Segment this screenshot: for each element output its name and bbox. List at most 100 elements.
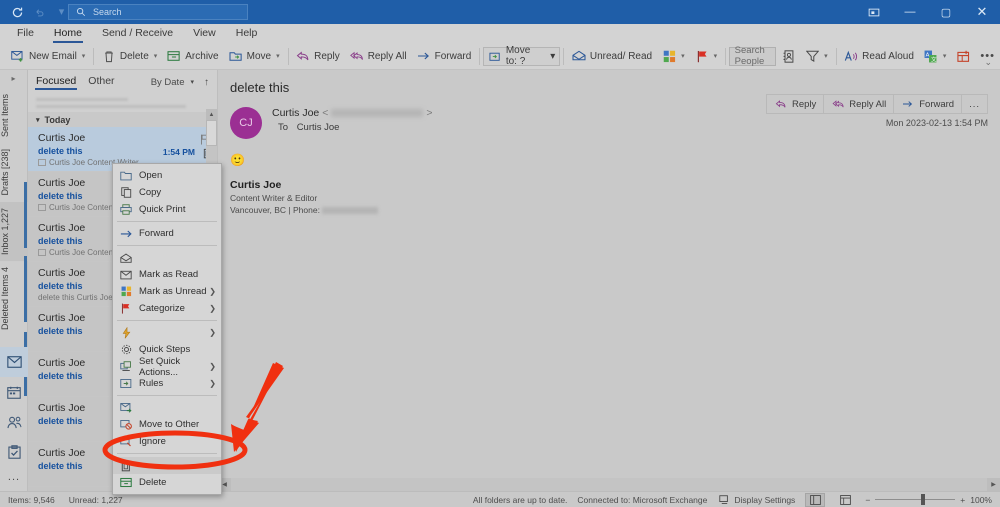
sender-name: Curtis Joe (272, 107, 320, 119)
address-book-button[interactable] (776, 45, 800, 67)
more-modules-button[interactable]: ... (0, 467, 28, 487)
read-aloud-button[interactable]: Read Aloud (839, 45, 919, 67)
reply-all-button[interactable]: Reply All (345, 45, 412, 67)
undo-icon[interactable] (32, 5, 47, 20)
new-email-button[interactable]: New Email ▾ (6, 45, 90, 67)
context-menu-item-rules[interactable]: Set Quick Actions... ❯ (113, 356, 221, 378)
chevron-down-icon[interactable]: ▾ (82, 52, 86, 60)
restore-down-icon[interactable] (856, 0, 892, 24)
chevron-down-icon[interactable]: ▾ (154, 52, 158, 60)
context-menu-label: Quick Steps (139, 344, 191, 355)
scroll-up-button[interactable]: ▲ (206, 109, 217, 120)
expand-folder-pane-icon[interactable]: ▸ (0, 70, 27, 83)
redacted-text (36, 105, 186, 108)
context-menu-item-follow-up[interactable]: Categorize ❯ (113, 300, 221, 317)
reply-all-button[interactable]: Reply All (823, 94, 894, 114)
chevron-down-icon[interactable]: ▾ (550, 51, 555, 62)
group-header-today[interactable]: ▾ Today (28, 112, 217, 127)
unread-read-button[interactable]: Unread/ Read (567, 45, 657, 67)
zoom-slider[interactable]: − + 100% (865, 494, 992, 505)
follow-up-flag-button[interactable]: ▾ (690, 45, 723, 67)
search-people-input[interactable]: Search People (728, 45, 777, 67)
sender-email-redacted (331, 109, 424, 117)
tasks-icon[interactable] (0, 437, 28, 467)
move-to-dropdown[interactable]: Move to: ? ▾ (482, 45, 561, 67)
zoom-in-button[interactable]: + (960, 495, 965, 505)
categorize-icon (662, 49, 676, 63)
menu-item-send-receive[interactable]: Send / Receive (93, 25, 182, 42)
zoom-thumb[interactable] (921, 494, 926, 505)
display-settings-label: Display Settings (734, 494, 796, 505)
zoom-track[interactable] (875, 494, 956, 505)
sort-control[interactable]: By Date ▾ ↑ (151, 77, 209, 88)
context-menu-item-move[interactable]: Rules ❯ (113, 375, 221, 392)
search-input[interactable]: Search (68, 4, 248, 20)
forward-button[interactable]: Forward (893, 94, 962, 114)
move-button[interactable]: Move ▾ (224, 45, 285, 67)
reply-button[interactable]: Reply (291, 45, 345, 67)
scroll-right-button[interactable]: ▶ (987, 478, 1000, 491)
maximize-icon[interactable]: ▢ (928, 0, 964, 24)
more-actions-button[interactable]: ... (961, 94, 988, 114)
menu-item-view[interactable]: View (184, 25, 225, 42)
envelope-icon (119, 268, 133, 282)
divider (479, 47, 480, 65)
signature-name: Curtis Joe (230, 179, 282, 191)
context-menu-item-clean-up-conversation[interactable]: Ignore (113, 433, 221, 450)
context-menu-item-copy[interactable]: Copy (113, 184, 221, 201)
chevron-down-icon[interactable]: ▾ (824, 52, 828, 60)
rail-folder-sent-items[interactable]: Sent Items (0, 88, 28, 143)
context-menu-item-forward[interactable]: Forward (113, 225, 221, 242)
context-menu-item-ignore[interactable]: Move to Other (113, 416, 221, 433)
context-menu-item-quick-steps[interactable]: ❯ (113, 324, 221, 341)
context-menu-item-open[interactable]: Open (113, 167, 221, 184)
display-settings-button[interactable]: Display Settings (717, 493, 795, 507)
reply-button[interactable]: Reply (765, 94, 824, 114)
chevron-down-icon[interactable]: ▾ (681, 52, 685, 60)
menu-item-home[interactable]: Home (45, 25, 91, 43)
translate-button[interactable]: A文 ▾ (919, 45, 952, 67)
chevron-down-icon[interactable]: ▾ (190, 78, 194, 86)
categorize-button[interactable]: ▾ (657, 45, 690, 67)
delete-button[interactable]: Delete ▾ (97, 45, 162, 67)
archive-button[interactable]: Archive (162, 45, 223, 67)
context-menu-label: Ignore (139, 436, 166, 447)
chevron-down-icon[interactable]: ▾ (714, 52, 718, 60)
minimize-icon[interactable]: — (892, 0, 928, 24)
chevron-down-icon[interactable]: ▾ (943, 52, 947, 60)
context-menu-item-categorize[interactable]: Mark as Unread ❯ (113, 283, 221, 300)
tab-focused[interactable]: Focused (34, 75, 78, 90)
addins-icon (956, 49, 970, 63)
context-menu-item-archive[interactable]: Delete (113, 474, 221, 491)
rail-indicator (24, 256, 27, 322)
calendar-icon[interactable] (0, 377, 28, 407)
inbox-selection-indicator (24, 182, 27, 248)
context-menu-item-quick-print[interactable]: Quick Print (113, 201, 221, 218)
scrollbar-thumb[interactable] (206, 120, 217, 146)
context-menu-item-delete[interactable] (113, 457, 221, 474)
tab-other[interactable]: Other (88, 75, 114, 90)
collapse-ribbon-icon[interactable]: ⌄ (984, 57, 992, 68)
forward-button[interactable]: Forward (412, 45, 477, 67)
list-tabs: Focused Other By Date ▾ ↑ (28, 70, 217, 94)
people-icon[interactable] (0, 407, 28, 437)
menu-item-file[interactable]: File (8, 25, 43, 42)
customize-quick-access-caret-icon[interactable]: ▾ (54, 5, 69, 20)
context-menu-item-mark-as-read[interactable] (113, 249, 221, 266)
reading-view-button[interactable] (835, 493, 855, 507)
normal-view-button[interactable] (805, 492, 826, 507)
refresh-icon[interactable] (10, 5, 25, 20)
get-addins-button[interactable] (951, 45, 975, 67)
email-date: Mon 2023-02-13 1:54 PM (885, 118, 988, 128)
reading-pane-horizontal-scrollbar[interactable]: ◀ ▶ (218, 478, 1000, 491)
context-menu-item-mark-as-unread[interactable]: Mark as Read (113, 266, 221, 283)
chevron-down-icon[interactable]: ▾ (276, 52, 280, 60)
close-icon[interactable]: ✕ (964, 0, 1000, 24)
filter-email-button[interactable]: ▾ (800, 45, 833, 67)
menu-item-help[interactable]: Help (227, 25, 267, 42)
chevron-down-icon[interactable]: ▾ (36, 116, 40, 124)
mail-icon[interactable] (0, 347, 28, 377)
zoom-out-button[interactable]: − (865, 495, 870, 505)
context-menu-item-move-to-other[interactable] (113, 399, 221, 416)
sort-ascending-icon[interactable]: ↑ (204, 77, 209, 88)
